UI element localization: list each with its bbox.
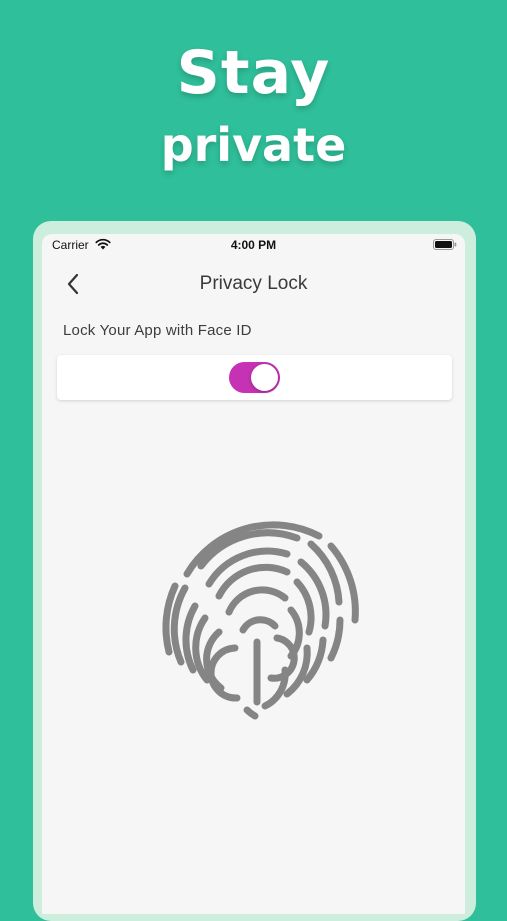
- phone-screen: Carrier 4:00 PM Privacy Lock Lock Your A…: [42, 234, 465, 914]
- status-time: 4:00 PM: [230, 238, 277, 252]
- toggle-knob: [251, 364, 278, 391]
- face-id-toggle[interactable]: [229, 362, 280, 393]
- status-bar: Carrier 4:00 PM: [42, 234, 465, 256]
- face-id-toggle-row: [57, 355, 452, 400]
- headline-private: private: [160, 118, 347, 172]
- headline-stay: Stay: [176, 38, 331, 108]
- navigation-bar: Privacy Lock: [42, 264, 465, 304]
- face-id-label: Lock Your App with Face ID: [63, 322, 252, 339]
- page-title: Privacy Lock: [199, 273, 308, 294]
- fingerprint-icon: [162, 521, 359, 720]
- battery-icon: [433, 239, 457, 250]
